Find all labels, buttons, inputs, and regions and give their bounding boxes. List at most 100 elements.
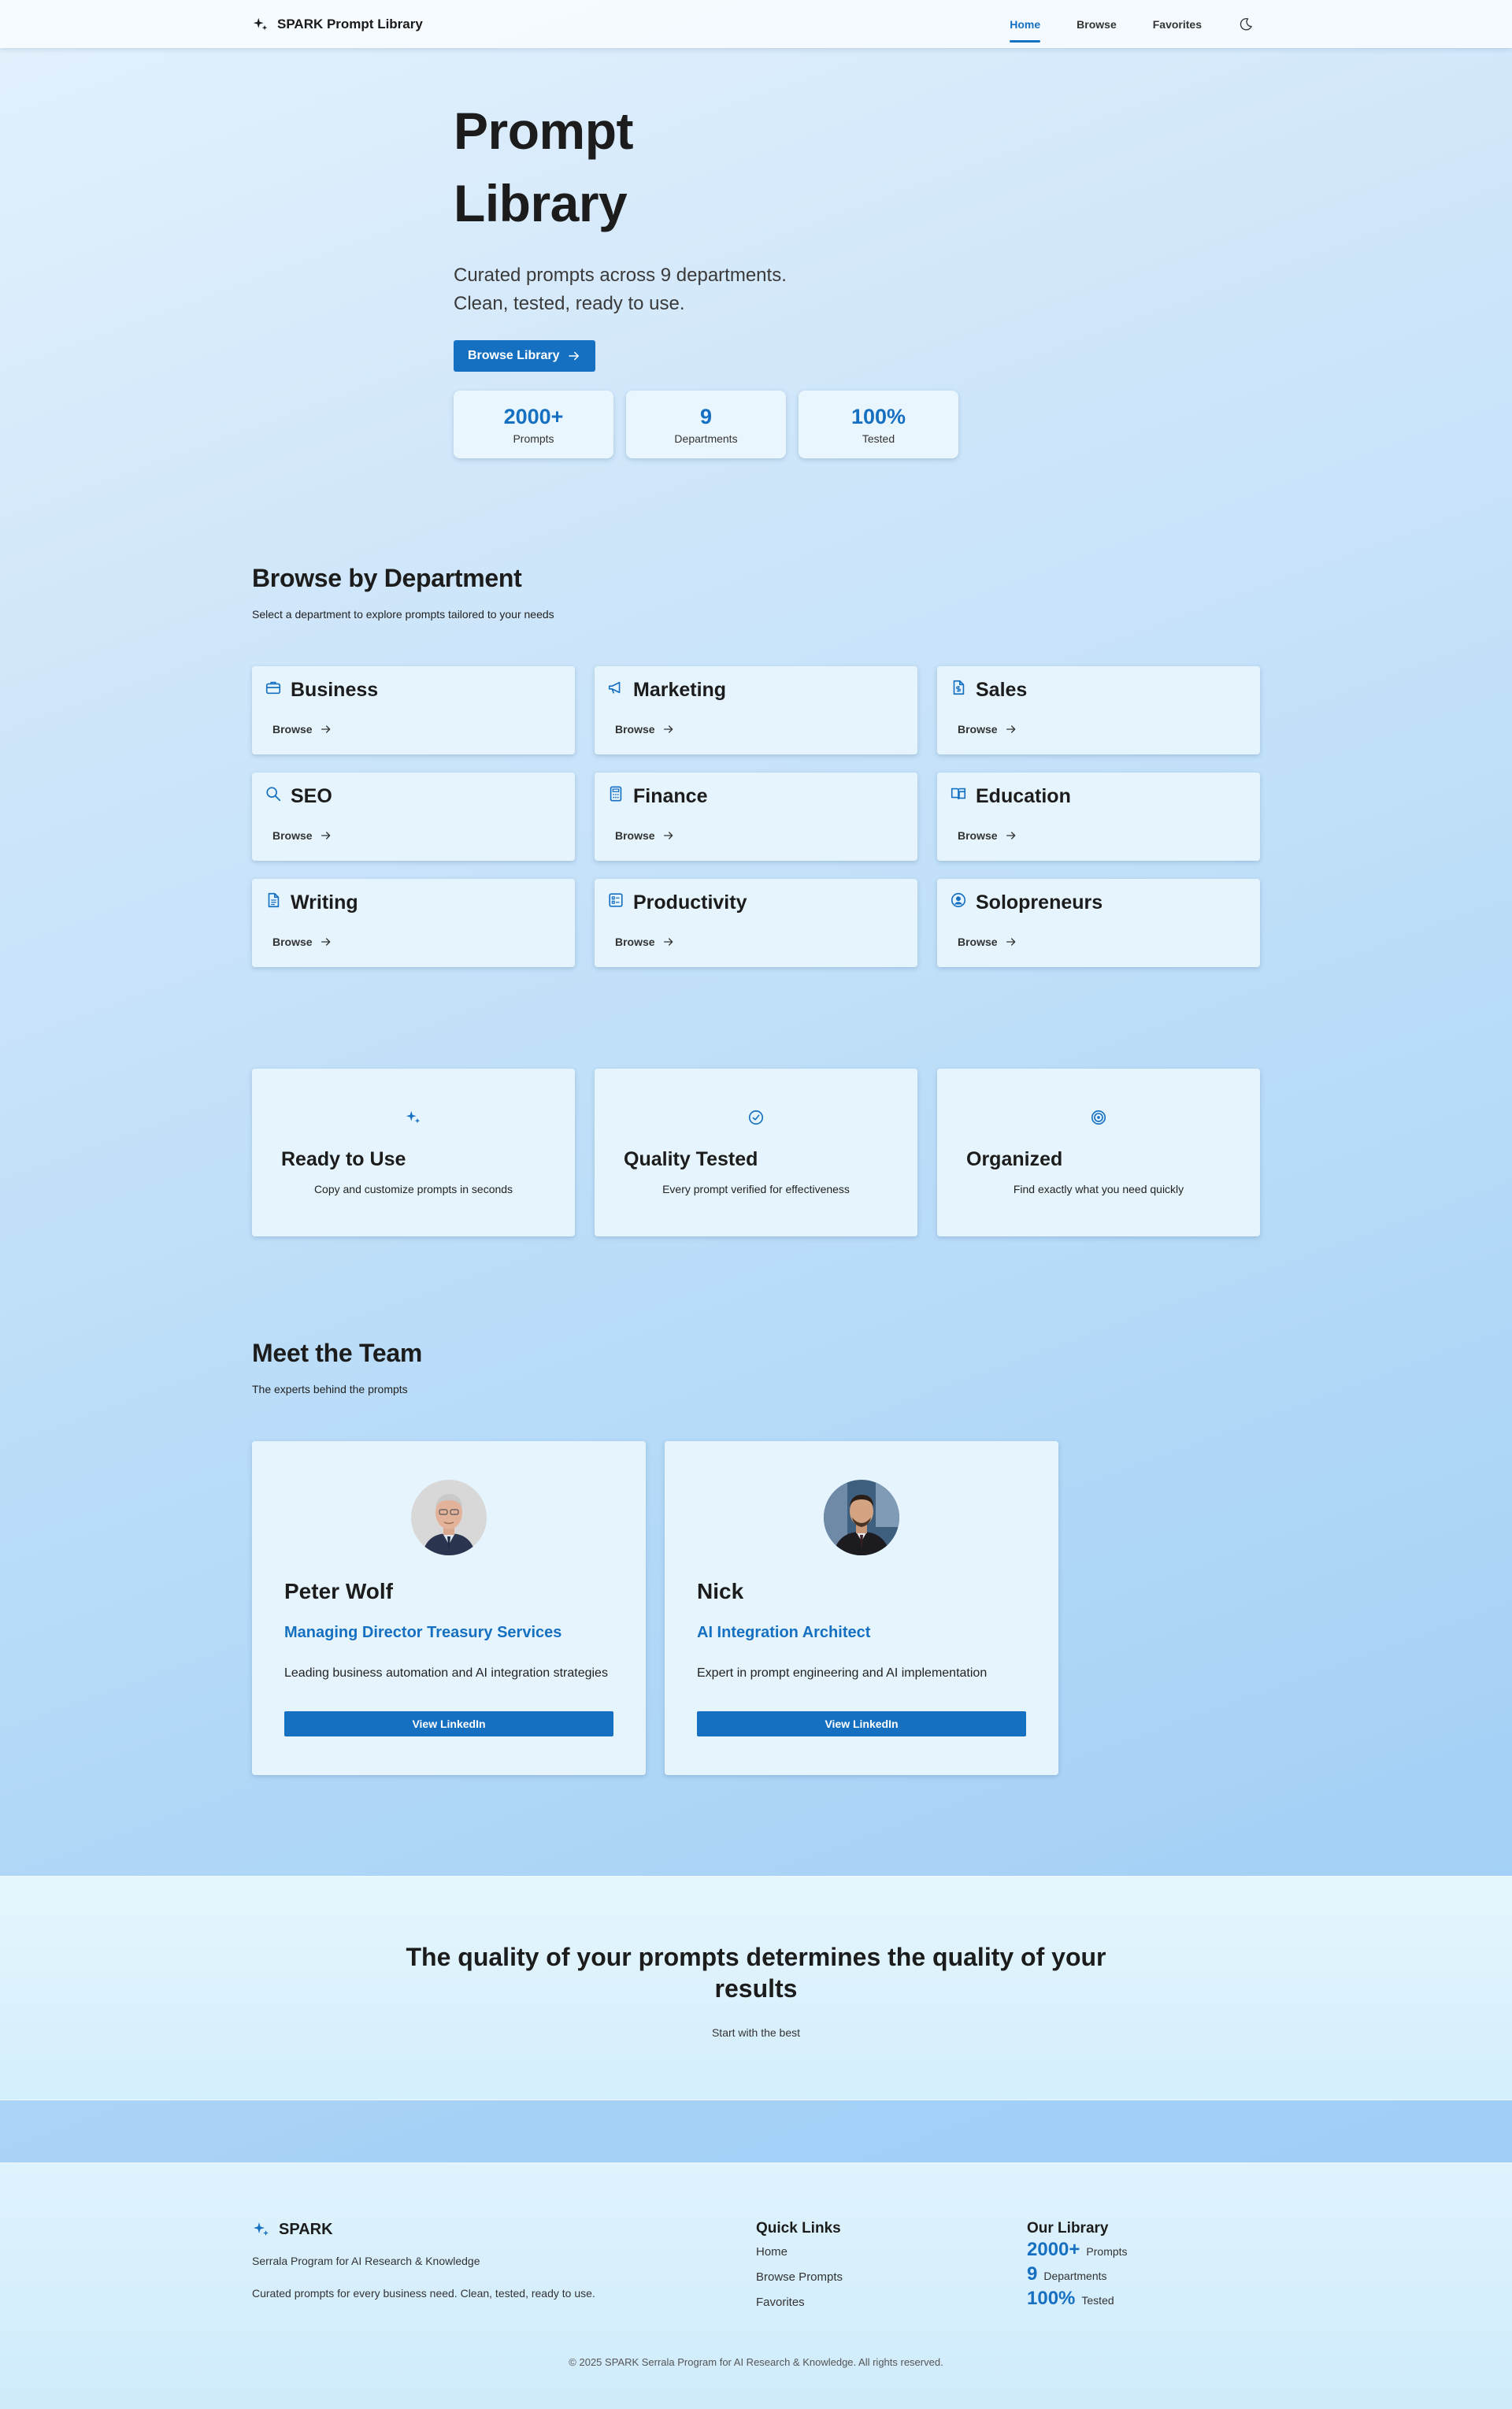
top-navbar: SPARK Prompt Library Home Browse Favorit…: [0, 0, 1512, 48]
browse-label: Browse: [958, 829, 998, 842]
feature-title: Organized: [966, 1148, 1063, 1170]
department-browse-link[interactable]: Browse: [272, 936, 332, 948]
feature-description: Every prompt verified for effectiveness: [662, 1183, 850, 1195]
arrow-right-icon: [569, 351, 580, 361]
arrow-right-icon: [663, 725, 673, 733]
avatar: [411, 1480, 487, 1555]
stat-value: 100%: [850, 404, 906, 428]
footer-stat-prompts: 2000+ Prompts: [1027, 2239, 1128, 2261]
department-browse-link[interactable]: Browse: [615, 723, 675, 736]
view-linkedin-button[interactable]: View LinkedIn: [697, 1711, 1026, 1736]
stat-value: 9: [699, 404, 713, 428]
departments-title: Browse by Department: [252, 564, 522, 592]
arrow-right-icon: [321, 832, 330, 839]
copyright: © 2025 SPARK Serrala Program for AI Rese…: [569, 2356, 943, 2368]
nav-link-favorites[interactable]: Favorites: [1153, 0, 1202, 48]
department-card-education[interactable]: Education Browse: [937, 773, 1260, 861]
department-name: Productivity: [633, 891, 747, 914]
department-name: Business: [291, 679, 379, 701]
footer-stat-value: 100%: [1027, 2288, 1076, 2309]
arrow-right-icon: [663, 938, 673, 946]
document-dollar-icon: [953, 680, 965, 695]
search-icon: [266, 787, 281, 802]
stat-label: Prompts: [513, 432, 554, 445]
member-bio: Expert in prompt engineering and AI impl…: [697, 1666, 988, 1680]
hero-section: Prompt Library Curated prompts across 9 …: [454, 95, 1005, 458]
footer-link-favorites[interactable]: Favorites: [756, 2296, 805, 2309]
team-section: Peter Wolf Managing Director Treasury Se…: [252, 1441, 1058, 1775]
hero-title-line2: Library: [454, 174, 628, 232]
check-circle-icon: [748, 1110, 764, 1125]
footer: SPARK Serrala Program for AI Research & …: [0, 2163, 1512, 2409]
sparkle-icon: [406, 1110, 421, 1124]
hero-subtitle-line1: Curated prompts across 9 departments.: [454, 265, 787, 286]
team-title: Meet the Team: [252, 1339, 423, 1367]
department-name: Marketing: [633, 679, 727, 701]
member-name: Nick: [697, 1579, 744, 1603]
browse-label: Browse: [958, 723, 998, 736]
nav-link-browse[interactable]: Browse: [1077, 0, 1117, 48]
department-card-productivity[interactable]: Productivity Browse: [595, 879, 917, 967]
moon-icon[interactable]: [1238, 17, 1254, 32]
department-card-solopreneurs[interactable]: Solopreneurs Browse: [937, 879, 1260, 967]
department-card-seo[interactable]: SEO Browse: [252, 773, 575, 861]
arrow-right-icon: [1006, 832, 1015, 839]
nav-link-home[interactable]: Home: [1010, 0, 1040, 48]
department-browse-link[interactable]: Browse: [615, 936, 675, 948]
member-bio: Leading business automation and AI integ…: [284, 1666, 608, 1680]
arrow-right-icon: [663, 832, 673, 839]
calculator-icon: [610, 786, 622, 802]
footer-link-home[interactable]: Home: [756, 2245, 788, 2259]
view-linkedin-button[interactable]: View LinkedIn: [284, 1711, 613, 1736]
department-name: Writing: [291, 891, 358, 914]
hero-stats: 2000+ Prompts 9 Departments 100% Tested: [454, 391, 1005, 458]
book-icon: [951, 788, 966, 800]
feature-card-quality: Quality Tested Every prompt verified for…: [595, 1069, 917, 1236]
browse-label: Browse: [615, 936, 655, 948]
department-browse-link[interactable]: Browse: [958, 829, 1017, 842]
member-name: Peter Wolf: [284, 1579, 393, 1603]
stat-label: Tested: [862, 432, 895, 445]
target-icon: [1091, 1110, 1106, 1125]
browse-library-label: Browse Library: [468, 349, 560, 362]
footer-stat-value: 9: [1027, 2263, 1038, 2285]
quote-subtitle: Start with the best: [711, 2026, 801, 2039]
brand-logo-link[interactable]: SPARK Prompt Library: [252, 16, 423, 33]
feature-title: Ready to Use: [281, 1148, 406, 1170]
features-section: Ready to Use Copy and customize prompts …: [252, 1069, 1260, 1236]
footer-stat-departments: 9 Departments: [1027, 2263, 1107, 2285]
department-card-marketing[interactable]: Marketing Browse: [595, 666, 917, 754]
department-card-writing[interactable]: Writing Browse: [252, 879, 575, 967]
team-subtitle: The experts behind the prompts: [252, 1383, 408, 1395]
department-name: Solopreneurs: [976, 891, 1103, 914]
feature-description: Find exactly what you need quickly: [1013, 1183, 1184, 1195]
stat-card-departments: 9 Departments: [626, 391, 786, 458]
team-member-card: Peter Wolf Managing Director Treasury Se…: [252, 1441, 646, 1775]
hero-title: Prompt Library: [454, 95, 1005, 239]
footer-brand-name: SPARK: [279, 2220, 333, 2238]
footer-stat-label: Tested: [1081, 2294, 1114, 2307]
department-name: Finance: [633, 785, 708, 807]
department-browse-link[interactable]: Browse: [958, 723, 1017, 736]
footer-description: Curated prompts for every business need.…: [252, 2287, 595, 2300]
footer-link-browse-prompts[interactable]: Browse Prompts: [756, 2270, 843, 2284]
browse-label: Browse: [272, 936, 313, 948]
stat-label: Departments: [674, 432, 738, 445]
departments-subtitle: Select a department to explore prompts t…: [252, 608, 554, 621]
department-card-finance[interactable]: Finance Browse: [595, 773, 917, 861]
department-browse-link[interactable]: Browse: [272, 723, 332, 736]
arrow-right-icon: [321, 938, 330, 946]
department-grid: Business Browse Marketing Browse Sales B…: [252, 666, 1260, 967]
department-browse-link[interactable]: Browse: [272, 829, 332, 842]
stat-card-tested: 100% Tested: [799, 391, 958, 458]
hero-subtitle-line2: Clean, tested, ready to use.: [454, 293, 685, 314]
browse-library-button[interactable]: Browse Library: [454, 340, 596, 372]
department-card-business[interactable]: Business Browse: [252, 666, 575, 754]
briefcase-icon: [265, 681, 281, 695]
browse-label: Browse: [272, 723, 313, 736]
department-card-sales[interactable]: Sales Browse: [937, 666, 1260, 754]
department-browse-link[interactable]: Browse: [615, 829, 675, 842]
feature-description: Copy and customize prompts in seconds: [313, 1183, 513, 1195]
feature-card-ready: Ready to Use Copy and customize prompts …: [252, 1069, 575, 1236]
department-browse-link[interactable]: Browse: [958, 936, 1017, 948]
